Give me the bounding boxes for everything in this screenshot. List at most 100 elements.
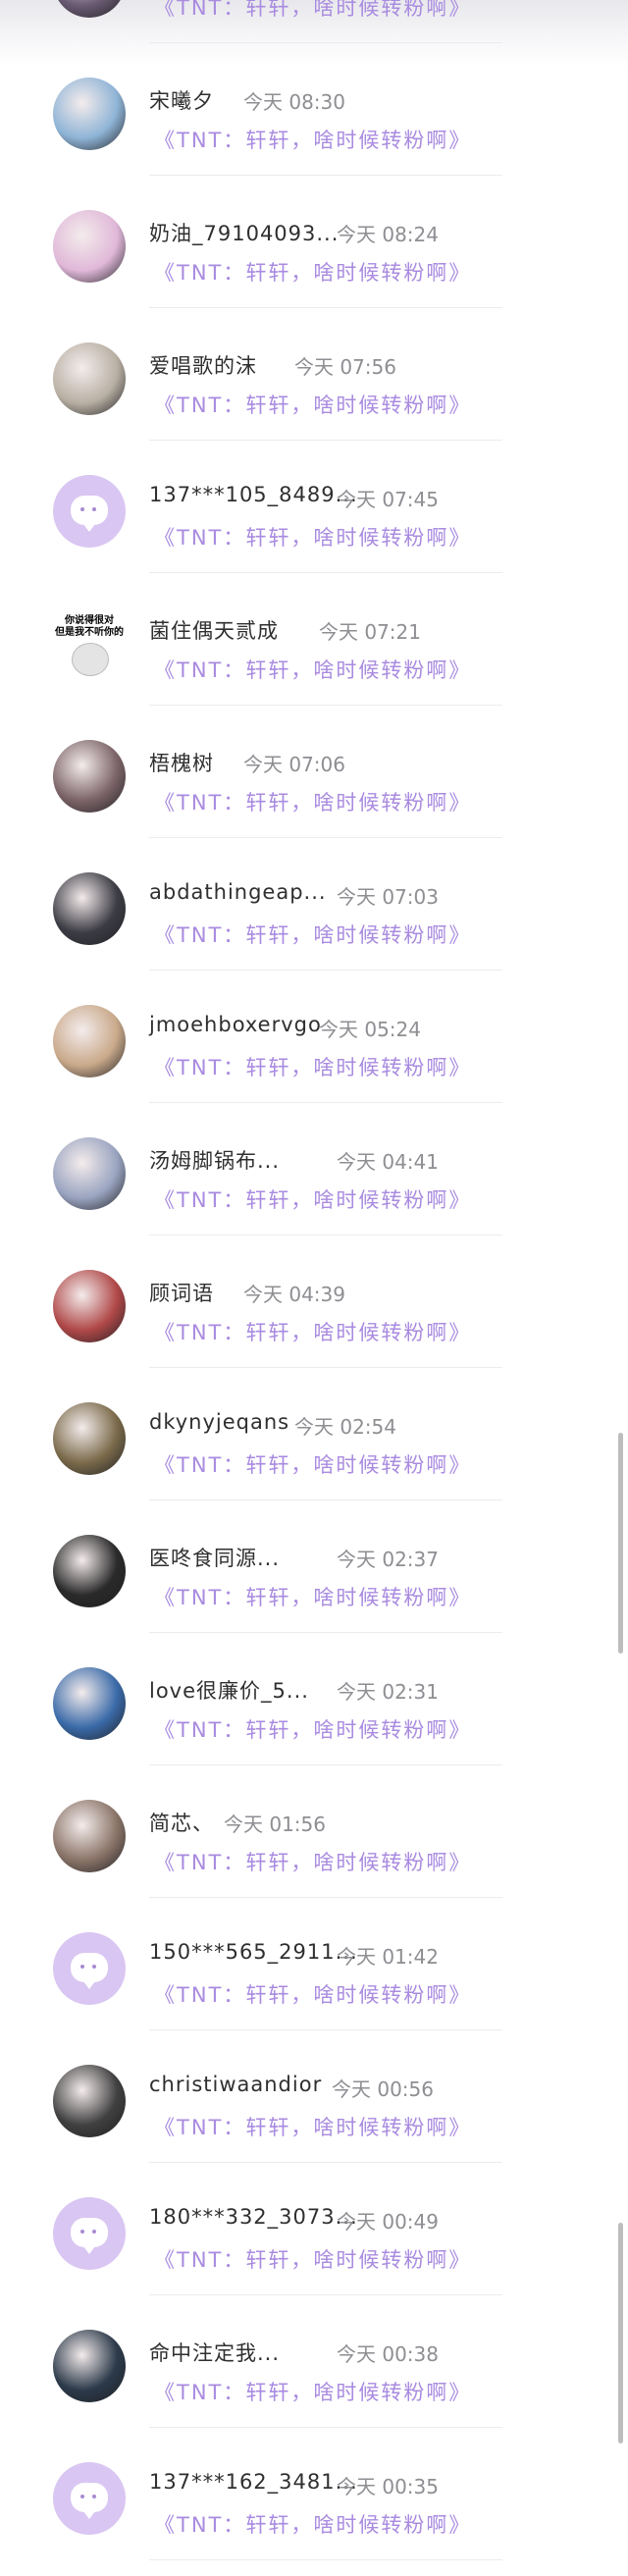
message-preview: 《TNT：轩轩，啥时候转粉啊》: [154, 1321, 472, 1344]
list-item[interactable]: 汤姆脚锅布... 今天 04:41 《TNT：轩轩，啥时候转粉啊》: [0, 1106, 628, 1238]
message-time: 今天 02:37: [337, 1548, 439, 1571]
list-item[interactable]: 你说得很对 但是我不听你的 菌住偶天贰成 今天 07:21 《TNT：轩轩，啥时候转粉…: [0, 576, 628, 709]
sender-name: 命中注定我...: [149, 2341, 281, 2365]
list-item[interactable]: christiwaandior 今天 00:56 《TNT：轩轩，啥时候转粉啊》: [0, 2033, 628, 2166]
sender-name: christiwaandior: [149, 2073, 323, 2096]
avatar[interactable]: [53, 872, 126, 945]
avatar[interactable]: [53, 1667, 126, 1740]
message-time: 今天 07:21: [319, 620, 421, 644]
list-item[interactable]: 简芯、 今天 01:56 《TNT：轩轩，啥时候转粉啊》: [0, 1768, 628, 1901]
row-divider: [149, 307, 502, 308]
message-preview: 《TNT：轩轩，啥时候转粉啊》: [154, 1188, 472, 1212]
list-item[interactable]: 爱唱歌的沫 今天 07:56 《TNT：轩轩，啥时候转粉啊》: [0, 311, 628, 444]
list-item[interactable]: abdathingeap... 今天 07:03 《TNT：轩轩，啥时候转粉啊》: [0, 841, 628, 973]
message-time: 今天 07:56: [294, 355, 396, 379]
sender-name: 137***105_8489...: [149, 483, 358, 506]
sender-name: jmoehboxervgo: [149, 1013, 322, 1036]
meme-avatar[interactable]: 你说得很对 但是我不听你的: [53, 607, 126, 680]
avatar[interactable]: [53, 1535, 126, 1607]
row-divider: [149, 2162, 502, 2163]
list-item[interactable]: 梧槐树 今天 07:06 《TNT：轩轩，啥时候转粉啊》: [0, 709, 628, 841]
sender-name: 医咚食同源...: [149, 1547, 281, 1570]
list-item[interactable]: 宋曦夕 今天 08:30 《TNT：轩轩，啥时候转粉啊》: [0, 46, 628, 179]
message-time: 今天 02:31: [337, 1680, 439, 1704]
row-divider: [149, 1499, 502, 1500]
default-avatar-icon[interactable]: [53, 1932, 126, 2005]
avatar[interactable]: [53, 740, 126, 813]
avatar[interactable]: [53, 342, 126, 415]
message-preview: 《TNT：轩轩，啥时候转粉啊》: [154, 1851, 472, 1874]
avatar[interactable]: [53, 1270, 126, 1342]
sender-name: 宋曦夕: [149, 89, 214, 113]
list-item[interactable]: 137***105_8489... 今天 07:45 《TNT：轩轩，啥时候转粉啊》: [0, 444, 628, 576]
message-preview: 《TNT：轩轩，啥时候转粉啊》: [154, 2513, 472, 2537]
list-item[interactable]: 150***565_2911... 今天 01:42 《TNT：轩轩，啥时候转粉啊》: [0, 1901, 628, 2033]
row-divider: [149, 572, 502, 573]
sender-name: 150***565_2911...: [149, 1940, 358, 1964]
avatar[interactable]: [53, 2065, 126, 2137]
message-preview: 《TNT：轩轩，啥时候转粉啊》: [154, 2381, 472, 2404]
message-time: 今天 00:38: [337, 2342, 439, 2366]
sender-name: 180***332_3073...: [149, 2205, 358, 2229]
list-item[interactable]: jmoehboxervgo 今天 05:24 《TNT：轩轩，啥时候转粉啊》: [0, 973, 628, 1106]
message-preview: 《TNT：轩轩，啥时候转粉啊》: [154, 1983, 472, 2007]
default-avatar-icon[interactable]: [53, 2462, 126, 2535]
list-item[interactable]: 医咚食同源... 今天 02:37 《TNT：轩轩，啥时候转粉啊》: [0, 1503, 628, 1636]
sender-name: 奶油_79104093...: [149, 222, 340, 245]
row-divider: [149, 1632, 502, 1633]
message-preview: 《TNT：轩轩，啥时候转粉啊》: [154, 526, 472, 550]
message-preview: 《TNT：轩轩，啥时候转粉啊》: [154, 658, 472, 682]
row-divider: [149, 1764, 502, 1765]
avatar[interactable]: [53, 78, 126, 150]
message-time: 今天 02:54: [294, 1415, 396, 1439]
list-item[interactable]: 《TNT：轩轩，啥时候转粉啊》: [0, 0, 628, 46]
default-avatar-icon[interactable]: [53, 475, 126, 548]
message-preview: 《TNT：轩轩，啥时候转粉啊》: [154, 394, 472, 417]
message-time: 今天 01:56: [224, 1813, 326, 1836]
message-preview: 《TNT：轩轩，啥时候转粉啊》: [154, 791, 472, 815]
avatar[interactable]: [53, 2330, 126, 2402]
list-item[interactable]: dkynyjeqans 今天 02:54 《TNT：轩轩，啥时候转粉啊》: [0, 1371, 628, 1503]
sender-name: 简芯、: [149, 1812, 214, 1835]
message-preview: 《TNT：轩轩，啥时候转粉啊》: [154, 1453, 472, 1477]
message-preview: 《TNT：轩轩，啥时候转粉啊》: [154, 2116, 472, 2139]
avatar[interactable]: [53, 1800, 126, 1872]
message-time: 今天 04:41: [337, 1150, 439, 1174]
sender-name: 137***162_3481...: [149, 2470, 358, 2494]
row-divider: [149, 2427, 502, 2428]
scrollbar-lower[interactable]: [618, 2223, 623, 2444]
avatar[interactable]: [53, 1005, 126, 1078]
message-preview: 《TNT：轩轩，啥时候转粉啊》: [154, 261, 472, 285]
message-time: 今天 08:24: [337, 223, 439, 246]
message-time: 今天 07:45: [337, 488, 439, 511]
avatar[interactable]: [53, 210, 126, 283]
message-time: 今天 00:49: [337, 2210, 439, 2234]
message-time: 今天 05:24: [319, 1018, 421, 1041]
row-divider: [149, 970, 502, 971]
list-item[interactable]: 顾词语 今天 04:39 《TNT：轩轩，啥时候转粉啊》: [0, 1238, 628, 1371]
list-item[interactable]: 137***162_3481... 今天 00:35 《TNT：轩轩，啥时候转粉啊》: [0, 2431, 628, 2563]
avatar[interactable]: [53, 1137, 126, 1210]
default-avatar-icon[interactable]: [53, 2197, 126, 2270]
row-divider: [149, 440, 502, 441]
avatar[interactable]: [53, 0, 126, 18]
scrollbar-upper[interactable]: [618, 1433, 623, 1654]
message-time: 今天 00:56: [332, 2077, 434, 2101]
list-item[interactable]: 奶油_79104093... 今天 08:24 《TNT：轩轩，啥时候转粉啊》: [0, 179, 628, 311]
row-divider: [149, 837, 502, 838]
avatar[interactable]: [53, 1402, 126, 1475]
row-divider: [149, 705, 502, 706]
list-item[interactable]: love很廉价_5... 今天 02:31 《TNT：轩轩，啥时候转粉啊》: [0, 1636, 628, 1768]
list-item[interactable]: 命中注定我... 今天 00:38 《TNT：轩轩，啥时候转粉啊》: [0, 2298, 628, 2431]
sender-name: dkynyjeqans: [149, 1410, 290, 1434]
row-divider: [149, 2559, 502, 2560]
sender-name: abdathingeap...: [149, 880, 327, 904]
sender-name: 菌住偶天贰成: [149, 619, 279, 643]
sender-name: 梧槐树: [149, 752, 214, 775]
message-preview: 《TNT：轩轩，啥时候转粉啊》: [154, 0, 472, 20]
message-preview: 《TNT：轩轩，啥时候转粉啊》: [154, 1056, 472, 1079]
meme-avatar-text: 你说得很对 但是我不听你的: [55, 615, 124, 638]
message-time: 今天 04:39: [243, 1283, 345, 1306]
list-item[interactable]: 180***332_3073... 今天 00:49 《TNT：轩轩，啥时候转粉啊》: [0, 2166, 628, 2298]
row-divider: [149, 2294, 502, 2295]
